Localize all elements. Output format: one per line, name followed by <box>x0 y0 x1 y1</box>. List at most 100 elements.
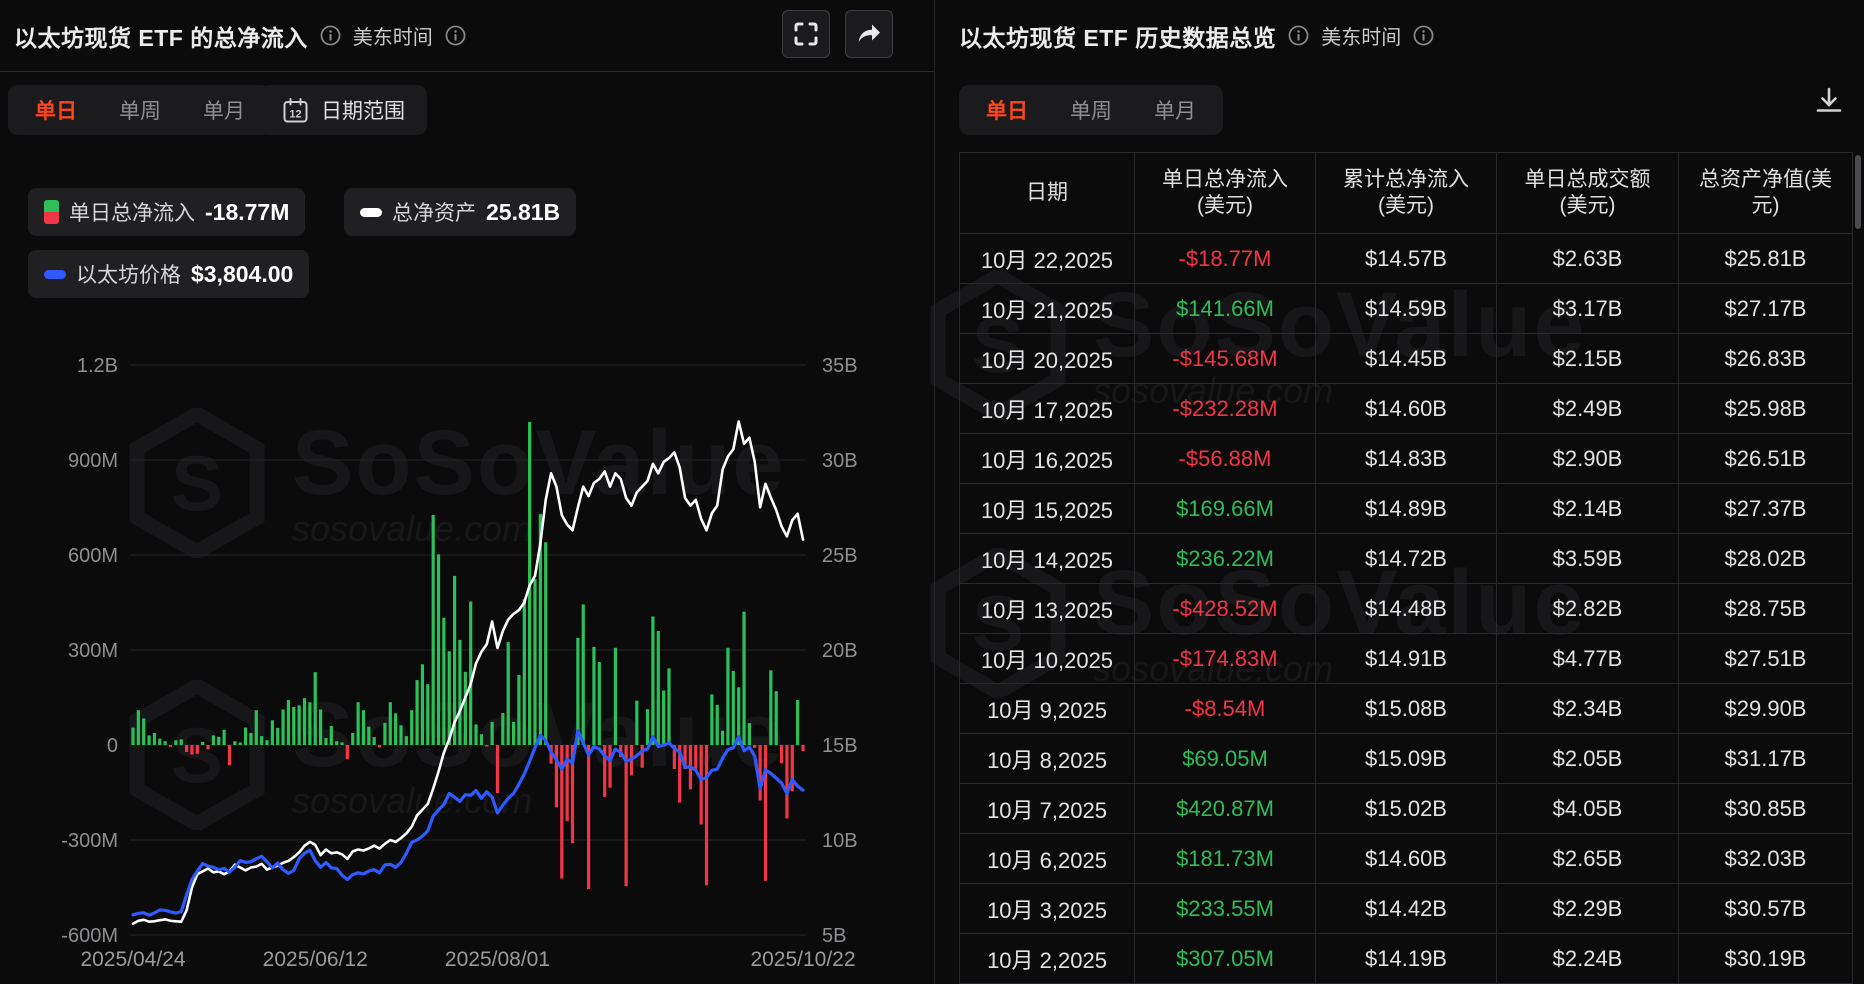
inflow-bar[interactable] <box>769 670 772 745</box>
inflow-bar[interactable] <box>533 579 536 745</box>
table-row[interactable]: 10月 14,2025$236.22M$14.72B$3.59B$28.02B <box>959 533 1853 583</box>
inflow-bar[interactable] <box>667 668 670 745</box>
inflow-bar[interactable] <box>367 727 370 745</box>
inflow-bar[interactable] <box>410 710 413 745</box>
table-row[interactable]: 10月 8,2025$69.05M$15.09B$2.05B$31.17B <box>959 733 1853 783</box>
inflow-bar[interactable] <box>142 718 145 745</box>
date-range-button[interactable]: 12 日期范围 <box>260 85 427 135</box>
info-icon[interactable] <box>320 25 341 46</box>
inflow-bar[interactable] <box>448 651 451 745</box>
inflow-bar[interactable] <box>228 745 231 765</box>
table-row[interactable]: 10月 9,2025-$8.54M$15.08B$2.34B$29.90B <box>959 683 1853 733</box>
info-icon[interactable] <box>1413 25 1434 46</box>
legend-eth-price[interactable]: 以太坊价格 $3,804.00 <box>28 250 309 298</box>
inflow-bar[interactable] <box>389 702 392 745</box>
inflow-bar[interactable] <box>742 612 745 745</box>
inflow-bar[interactable] <box>265 740 268 745</box>
inflow-bar[interactable] <box>180 739 183 745</box>
inflow-bar[interactable] <box>464 672 467 745</box>
tab-left-1[interactable]: 单周 <box>98 95 182 125</box>
inflow-bar[interactable] <box>249 733 252 745</box>
inflow-bar[interactable] <box>362 710 365 745</box>
inflow-bar[interactable] <box>308 702 311 745</box>
tab-right-1[interactable]: 单周 <box>1049 95 1133 125</box>
inflow-bar[interactable] <box>244 728 247 745</box>
inflow-bar[interactable] <box>485 745 488 747</box>
inflow-bar[interactable] <box>426 684 429 745</box>
inflow-bar[interactable] <box>480 734 483 745</box>
inflow-bar[interactable] <box>303 698 306 745</box>
inflow-bar[interactable] <box>764 745 767 881</box>
tab-right-2[interactable]: 单月 <box>1133 95 1217 125</box>
inflow-bar[interactable] <box>732 671 735 745</box>
inflow-bar[interactable] <box>357 702 360 745</box>
inflow-bar[interactable] <box>694 745 697 770</box>
inflow-bar[interactable] <box>598 662 601 745</box>
inflow-bar[interactable] <box>164 741 167 745</box>
inflow-bar[interactable] <box>796 700 799 745</box>
inflow-bar[interactable] <box>212 736 215 746</box>
inflow-bar[interactable] <box>217 737 220 745</box>
inflow-bar[interactable] <box>174 740 177 745</box>
inflow-bar[interactable] <box>399 725 402 745</box>
inflow-bar[interactable] <box>276 728 279 745</box>
table-row[interactable]: 10月 10,2025-$174.83M$14.91B$4.77B$27.51B <box>959 633 1853 683</box>
inflow-bar[interactable] <box>512 722 515 745</box>
inflow-bar[interactable] <box>351 733 354 745</box>
inflow-bar[interactable] <box>785 745 788 818</box>
share-button[interactable] <box>845 10 893 58</box>
table-row[interactable]: 10月 2,2025$307.05M$14.19B$2.24B$30.19B <box>959 933 1853 984</box>
tab-right-0[interactable]: 单日 <box>965 95 1049 125</box>
inflow-bar[interactable] <box>442 618 445 745</box>
inflow-bar[interactable] <box>137 710 140 745</box>
inflow-bar[interactable] <box>801 745 804 751</box>
inflow-bar[interactable] <box>287 700 290 745</box>
net-inflow-chart[interactable]: 1.2B35B900M30B600M25B300M20B015B-300M10B… <box>0 0 934 984</box>
inflow-bar[interactable] <box>405 736 408 745</box>
inflow-bar[interactable] <box>206 745 209 749</box>
table-row[interactable]: 10月 22,2025-$18.77M$14.57B$2.63B$25.81B <box>959 233 1853 283</box>
inflow-bar[interactable] <box>437 554 440 745</box>
inflow-bar[interactable] <box>330 726 333 745</box>
table-row[interactable]: 10月 16,2025-$56.88M$14.83B$2.90B$26.51B <box>959 433 1853 483</box>
inflow-bar[interactable] <box>201 742 204 745</box>
table-row[interactable]: 10月 20,2025-$145.68M$14.45B$2.15B$26.83B <box>959 333 1853 383</box>
info-icon[interactable] <box>1288 25 1309 46</box>
inflow-bar[interactable] <box>780 745 783 763</box>
inflow-bar[interactable] <box>592 647 595 745</box>
table-row[interactable]: 10月 6,2025$181.73M$14.60B$2.65B$32.03B <box>959 833 1853 883</box>
inflow-bar[interactable] <box>726 648 729 745</box>
inflow-bar[interactable] <box>469 602 472 745</box>
inflow-bar[interactable] <box>614 648 617 745</box>
inflow-bar[interactable] <box>223 730 226 745</box>
inflow-bar[interactable] <box>233 741 236 745</box>
inflow-bar[interactable] <box>255 710 258 745</box>
inflow-bar[interactable] <box>501 713 504 745</box>
inflow-bar[interactable] <box>185 745 188 752</box>
inflow-bar[interactable] <box>324 738 327 745</box>
inflow-bar[interactable] <box>775 691 778 745</box>
inflow-bar[interactable] <box>523 599 526 745</box>
inflow-bar[interactable] <box>131 728 134 745</box>
inflow-bar[interactable] <box>415 680 418 745</box>
inflow-bar[interactable] <box>340 742 343 745</box>
inflow-bar[interactable] <box>260 736 263 745</box>
info-icon[interactable] <box>445 25 466 46</box>
inflow-bar[interactable] <box>608 745 611 788</box>
inflow-bar[interactable] <box>319 710 322 745</box>
inflow-bar[interactable] <box>587 745 590 889</box>
inflow-bar[interactable] <box>292 707 295 745</box>
inflow-bar[interactable] <box>147 736 150 746</box>
download-button[interactable] <box>1812 84 1846 118</box>
legend-total-assets[interactable]: 总净资产 25.81B <box>344 188 576 236</box>
inflow-bar[interactable] <box>716 705 719 745</box>
inflow-bar[interactable] <box>748 723 751 745</box>
inflow-bar[interactable] <box>491 722 494 745</box>
inflow-bar[interactable] <box>705 745 708 885</box>
inflow-bar[interactable] <box>753 745 756 748</box>
inflow-bar[interactable] <box>271 720 274 745</box>
inflow-bar[interactable] <box>646 709 649 745</box>
inflow-bar[interactable] <box>239 742 242 745</box>
inflow-bar[interactable] <box>383 723 386 745</box>
inflow-bar[interactable] <box>507 642 510 745</box>
